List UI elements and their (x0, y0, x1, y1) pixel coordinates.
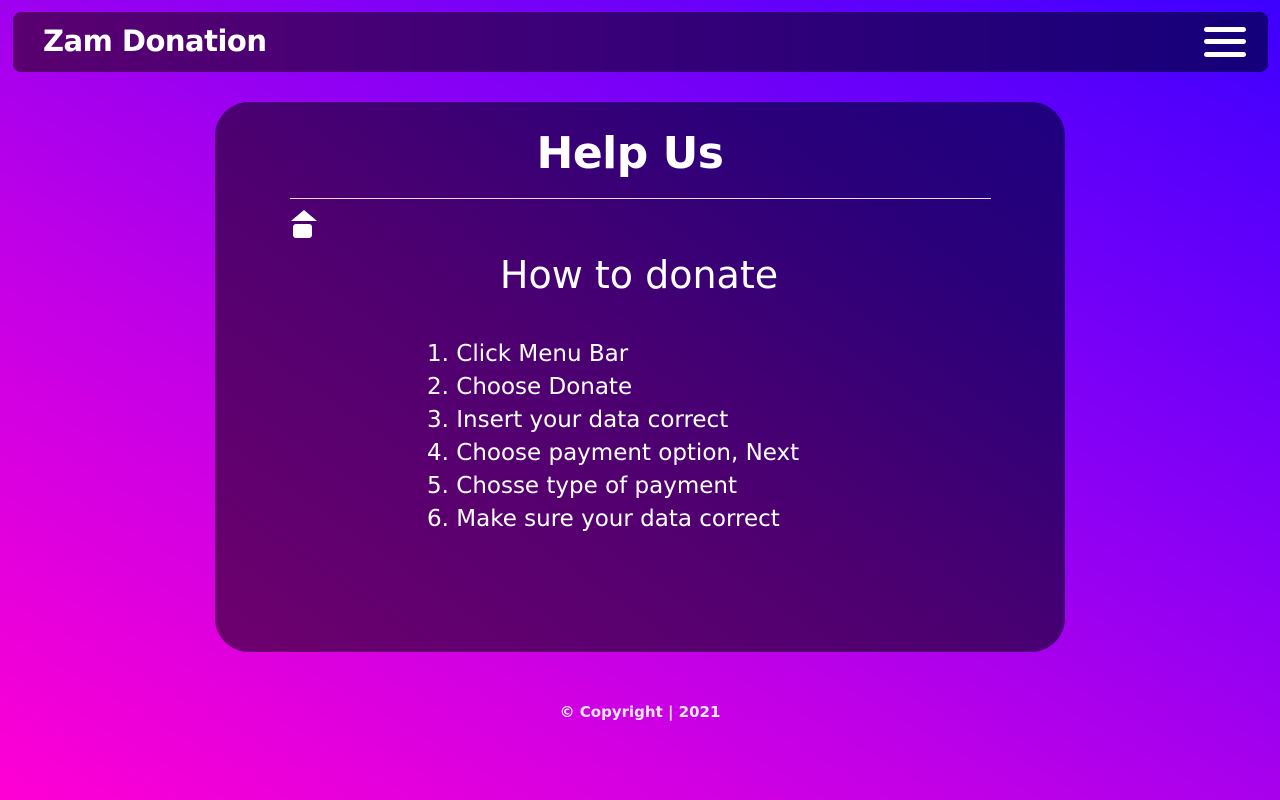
navbar: Zam Donation (13, 12, 1268, 72)
menu-bar-line (1204, 52, 1246, 57)
brand-title[interactable]: Zam Donation (43, 12, 267, 72)
title-divider (290, 198, 991, 199)
donation-steps-list: 1. Click Menu Bar 2. Choose Donate 3. In… (427, 338, 799, 536)
page-title: Help Us (536, 128, 724, 179)
menu-bar-line (1204, 39, 1246, 44)
hamburger-menu-icon[interactable] (1204, 26, 1246, 58)
section-title: How to donate (499, 253, 779, 297)
list-item: 4. Choose payment option, Next (427, 440, 800, 466)
list-item: 1. Click Menu Bar (427, 341, 629, 367)
home-icon[interactable] (290, 210, 318, 240)
list-item: 5. Chosse type of payment (427, 473, 738, 499)
list-item: 3. Insert your data correct (427, 407, 729, 433)
help-card: Help Us How to donate 1. Click Menu Bar … (215, 102, 1065, 652)
copyright-footer: © Copyright | 2021 (559, 703, 721, 721)
menu-bar-line (1204, 27, 1246, 32)
list-item: 6. Make sure your data correct (427, 506, 780, 532)
list-item: 2. Choose Donate (427, 374, 633, 400)
